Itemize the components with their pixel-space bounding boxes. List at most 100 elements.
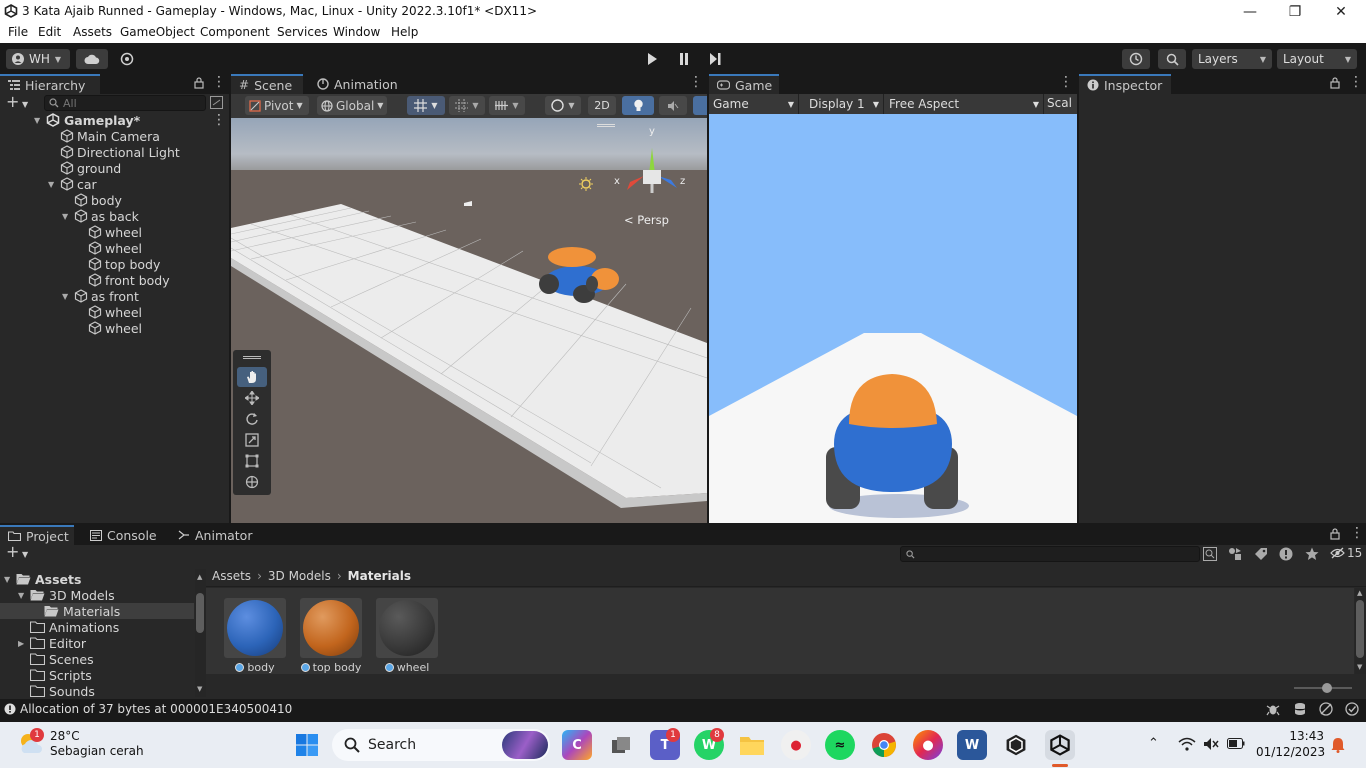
pivot-dropdown[interactable]: Pivot ▼ — [245, 96, 309, 115]
lighting-toggle[interactable] — [622, 96, 654, 115]
layout-dropdown[interactable]: Layout ▼ — [1277, 49, 1357, 69]
scroll-up-icon[interactable]: ▲ — [197, 573, 202, 581]
menu-help[interactable]: Help — [391, 25, 418, 39]
scroll-down-icon[interactable]: ▼ — [1357, 663, 1362, 671]
hand-tool-button[interactable] — [237, 367, 267, 387]
more-options-icon[interactable]: ⋮ — [212, 74, 226, 90]
project-folder-item[interactable]: Scripts — [0, 667, 194, 683]
create-button[interactable]: + ▼ — [6, 94, 34, 110]
asset-item-top-body[interactable]: top body — [300, 598, 362, 680]
status-message[interactable]: Allocation of 37 bytes at 000001E3405004… — [20, 702, 292, 716]
expand-arrow-icon[interactable]: ▼ — [62, 292, 72, 301]
scroll-down-icon[interactable]: ▼ — [197, 685, 202, 693]
overlay-handle-icon[interactable] — [597, 124, 615, 127]
breadcrumb-materials[interactable]: Materials — [348, 569, 411, 583]
database-icon[interactable] — [1293, 702, 1307, 716]
transform-tool-button[interactable] — [237, 472, 267, 492]
scroll-up-icon[interactable]: ▲ — [1357, 589, 1362, 597]
more-options-icon[interactable]: ⋮ — [1349, 74, 1363, 90]
no-network-icon[interactable] — [1319, 702, 1333, 716]
taskbar-word[interactable]: W — [957, 730, 987, 760]
hierarchy-item[interactable]: ▼ as back — [62, 208, 139, 224]
taskbar-app-owl[interactable]: ● — [781, 730, 811, 760]
expand-arrow-icon[interactable]: ▼ — [62, 212, 72, 221]
collab-button[interactable] — [114, 49, 140, 69]
hierarchy-item[interactable]: wheel — [76, 240, 142, 256]
project-folder-item[interactable]: Scenes — [0, 651, 194, 667]
weather-widget[interactable]: 1 28°C Sebagian cerah — [16, 728, 146, 762]
hierarchy-item[interactable]: wheel — [76, 320, 142, 336]
layers-dropdown[interactable]: Layers ▼ — [1192, 49, 1272, 69]
project-folder-item[interactable]: Animations — [0, 619, 194, 635]
close-button[interactable]: ✕ — [1318, 0, 1364, 23]
menu-file[interactable]: File — [8, 25, 28, 39]
start-button[interactable] — [292, 730, 322, 760]
tray-overflow-icon[interactable]: ⌃ — [1148, 736, 1159, 751]
tab-console[interactable]: Console — [82, 525, 160, 545]
favorite-star-icon[interactable] — [1305, 547, 1319, 561]
tab-animation[interactable]: Animation — [309, 74, 409, 94]
expand-arrow-icon[interactable]: ▶ — [18, 639, 28, 648]
undo-history-button[interactable] — [1122, 49, 1150, 69]
taskbar-copilot[interactable]: C — [562, 730, 592, 760]
lock-icon[interactable] — [1330, 77, 1340, 89]
taskbar-search[interactable]: Search — [332, 729, 550, 761]
hidden-packages-toggle[interactable]: 15 — [1330, 546, 1362, 560]
tree-scrollbar[interactable]: ▲ ▼ — [195, 569, 206, 697]
more-options-icon[interactable]: ⋮ — [1350, 525, 1364, 541]
hierarchy-item[interactable]: body — [62, 192, 122, 208]
grid-snap-toggle[interactable]: ▼ — [407, 96, 445, 115]
hierarchy-item[interactable]: wheel — [76, 224, 142, 240]
grid-scrollbar[interactable]: ▲ ▼ — [1355, 588, 1366, 674]
project-folder-item[interactable]: ▼ Assets — [0, 571, 194, 587]
scale-slider-label[interactable]: Scal — [1047, 96, 1077, 112]
rect-tool-button[interactable] — [237, 451, 267, 471]
lock-icon[interactable] — [1330, 528, 1340, 540]
hierarchy-item[interactable]: ▼ as front — [62, 288, 139, 304]
project-folder-item[interactable]: ▼ 3D Models — [0, 587, 194, 603]
tab-animator[interactable]: Animator — [170, 525, 252, 545]
menu-window[interactable]: Window — [333, 25, 380, 39]
hierarchy-search[interactable] — [44, 95, 206, 111]
notification-bell-icon[interactable] — [1331, 737, 1345, 753]
taskbar-spotify[interactable]: ≈ — [825, 730, 855, 760]
hierarchy-item[interactable]: Directional Light — [48, 144, 180, 160]
hierarchy-item[interactable]: front body — [76, 272, 170, 288]
tab-game[interactable]: Game — [709, 74, 779, 94]
global-dropdown[interactable]: Global ▼ — [317, 96, 387, 115]
menu-assets[interactable]: Assets — [73, 25, 112, 39]
aspect-dropdown[interactable]: Free Aspect ▼ — [886, 94, 1044, 114]
snap-increment-toggle[interactable]: ▼ — [449, 96, 485, 115]
more-options-icon[interactable]: ⋮ — [689, 74, 703, 90]
scene-options-icon[interactable]: ⋮ — [212, 112, 226, 128]
hierarchy-item[interactable]: top body — [76, 256, 160, 272]
shading-mode-dropdown[interactable]: ▼ — [545, 96, 581, 115]
tree-scroll-thumb[interactable] — [196, 593, 204, 633]
tab-inspector[interactable]: Inspector — [1079, 74, 1171, 94]
checkmark-icon[interactable] — [1345, 702, 1359, 716]
breadcrumb-assets[interactable]: Assets — [212, 569, 251, 583]
menu-services[interactable]: Services — [277, 25, 328, 39]
expand-arrow-icon[interactable]: ▼ — [4, 575, 14, 584]
search-by-type-icon[interactable] — [1203, 547, 1217, 561]
effects-toggle[interactable] — [693, 96, 707, 115]
display-dropdown[interactable]: Display 1 ▼ — [801, 94, 884, 114]
scene-root-row[interactable]: ▼ Gameplay* — [34, 112, 229, 128]
pause-button[interactable] — [669, 49, 699, 69]
search-button[interactable] — [1158, 49, 1186, 69]
tab-hierarchy[interactable]: Hierarchy — [0, 74, 100, 94]
hierarchy-item[interactable]: wheel — [76, 304, 142, 320]
scene-viewport[interactable]: y x z < Persp — [231, 118, 707, 523]
2d-toggle[interactable]: 2D — [588, 96, 616, 115]
project-folder-item[interactable]: Sounds — [0, 683, 194, 697]
game-view-dropdown[interactable]: Game ▼ — [709, 94, 799, 114]
project-folder-item[interactable]: Materials — [0, 603, 194, 619]
expand-arrow-icon[interactable]: ▼ — [48, 180, 58, 189]
menu-gameobject[interactable]: GameObject — [120, 25, 195, 39]
cloud-button[interactable] — [76, 49, 108, 69]
minimize-button[interactable]: — — [1227, 0, 1273, 23]
asset-item-wheel[interactable]: wheel — [376, 598, 438, 680]
scale-tool-button[interactable] — [237, 430, 267, 450]
restore-button[interactable]: ❐ — [1272, 0, 1318, 23]
battery-icon[interactable] — [1227, 738, 1245, 749]
